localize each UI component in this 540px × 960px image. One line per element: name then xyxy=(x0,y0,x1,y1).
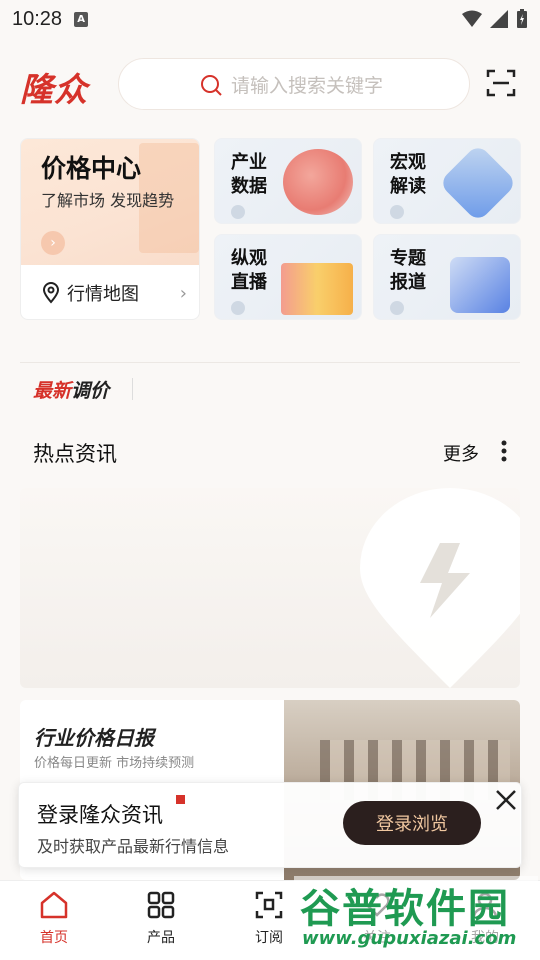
status-right xyxy=(462,9,528,29)
industry-data-art xyxy=(283,149,353,215)
cell-signal-icon xyxy=(490,10,508,28)
watermark-url: www.gupuxiazai.com xyxy=(302,928,517,949)
chevron-right-icon: › xyxy=(179,283,187,304)
daily-report-subtitle: 价格每日更新 市场持续预测 xyxy=(34,756,195,771)
image-placeholder-icon xyxy=(360,488,520,688)
notification-a-icon: A xyxy=(74,11,89,27)
tile-special-report[interactable]: 专题报道 xyxy=(373,234,521,320)
app-logo: 隆众 xyxy=(20,70,88,109)
close-icon[interactable] xyxy=(493,787,519,813)
section-divider xyxy=(20,362,520,363)
nav-subscribe[interactable]: 订阅 xyxy=(239,891,299,951)
login-prompt: 登录隆众资讯 及时获取产品最新行情信息 登录浏览 xyxy=(18,782,522,868)
price-center-card[interactable]: 价格中心 了解市场 发现趋势 › 行情地图 › xyxy=(20,138,200,320)
login-browse-button[interactable]: 登录浏览 xyxy=(343,801,481,845)
latest-price-heading[interactable]: 最新调价 xyxy=(33,376,109,403)
header: 隆众 请输入搜索关键字 xyxy=(0,52,540,116)
latest-red-text: 最新 xyxy=(33,380,72,402)
live-broadcast-art xyxy=(281,263,353,315)
hot-news-title: 热点资讯 xyxy=(33,442,117,466)
tile-label: 专题报道 xyxy=(390,248,426,293)
macro-analysis-art xyxy=(438,143,518,223)
site-watermark: 谷普软件园 www.gupuxiazai.com xyxy=(294,876,538,956)
app-screen: 10:28 A 隆众 请输入搜索关键字 价格中心 了解市场 发现趋势 › 行情地… xyxy=(0,0,540,960)
nav-label: 订阅 xyxy=(255,930,283,946)
arrow-dot-icon xyxy=(231,301,245,315)
nav-home[interactable]: 首页 xyxy=(24,891,84,951)
arrow-dot-icon xyxy=(390,301,404,315)
market-map-label: 行情地图 xyxy=(67,284,139,305)
news-banner-placeholder[interactable] xyxy=(20,488,520,688)
nav-label: 首页 xyxy=(40,930,68,946)
scan-icon[interactable] xyxy=(486,68,516,98)
more-vertical-icon[interactable] xyxy=(500,440,508,462)
login-prompt-title: 登录隆众资讯 xyxy=(37,803,163,827)
search-placeholder: 请输入搜索关键字 xyxy=(231,74,384,97)
nav-label: 产品 xyxy=(147,930,175,946)
price-center-banner: 价格中心 了解市场 发现趋势 › xyxy=(21,139,199,265)
arrow-dot-icon xyxy=(390,205,404,219)
status-time: 10:28 xyxy=(12,7,63,30)
grid-icon xyxy=(147,891,175,919)
search-icon xyxy=(201,75,222,96)
tile-industry-data[interactable]: 产业数据 xyxy=(214,138,362,224)
home-icon xyxy=(40,891,68,919)
red-badge xyxy=(176,795,185,804)
tile-label: 产业数据 xyxy=(231,152,267,197)
login-prompt-subtitle: 及时获取产品最新行情信息 xyxy=(37,837,230,856)
tile-label: 纵观直播 xyxy=(231,248,267,293)
arrow-dot-icon xyxy=(231,205,245,219)
tile-live-broadcast[interactable]: 纵观直播 xyxy=(214,234,362,320)
nav-products[interactable]: 产品 xyxy=(131,891,191,951)
price-center-subtitle: 了解市场 发现趋势 xyxy=(41,191,175,210)
latest-separator xyxy=(132,378,133,400)
price-center-title: 价格中心 xyxy=(41,154,142,183)
map-pin-icon xyxy=(42,282,60,304)
daily-report-title: 行业价格日报 xyxy=(34,726,154,750)
battery-icon xyxy=(517,9,527,28)
watermark-title: 谷普软件园 xyxy=(300,886,510,932)
tile-label: 宏观解读 xyxy=(390,152,426,197)
wifi-icon xyxy=(462,10,482,27)
market-map-link[interactable]: 行情地图 › xyxy=(21,265,199,319)
special-report-art xyxy=(450,257,510,313)
more-link[interactable]: 更多 xyxy=(443,440,479,466)
status-bar: 10:28 A xyxy=(0,0,540,38)
tile-macro-analysis[interactable]: 宏观解读 xyxy=(373,138,521,224)
subscribe-icon xyxy=(255,891,283,919)
arrow-right-icon: › xyxy=(41,231,65,255)
latest-black-text: 调价 xyxy=(71,380,110,402)
search-bar[interactable]: 请输入搜索关键字 xyxy=(118,58,470,110)
